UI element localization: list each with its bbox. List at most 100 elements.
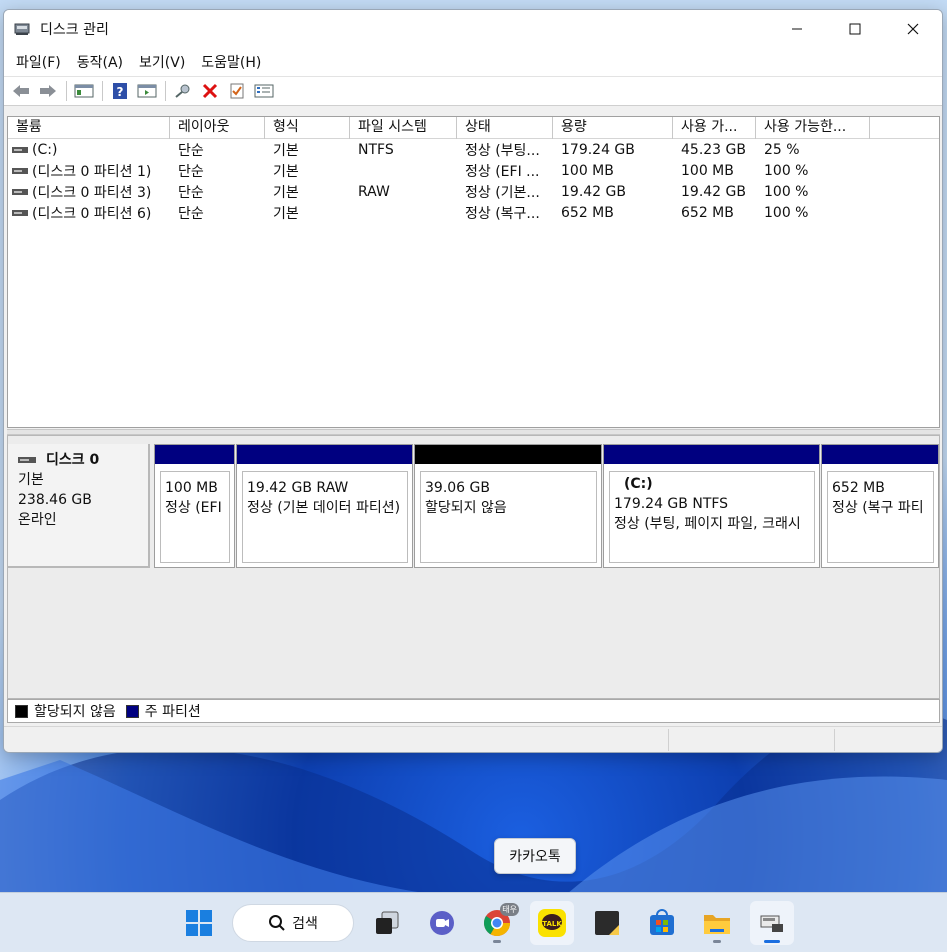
partition-size: 652 MB bbox=[832, 480, 885, 496]
kakaotalk-label: TALK bbox=[542, 920, 562, 928]
layout-cell: 단순 bbox=[178, 184, 204, 201]
console-tree-button[interactable] bbox=[71, 79, 97, 103]
forward-arrow-icon bbox=[40, 85, 56, 97]
percent-free-cell: 100 % bbox=[764, 183, 809, 200]
volume-list[interactable]: 볼륨 레이아웃 형식 파일 시스템 상태 용량 사용 가... 사용 가능한..… bbox=[7, 116, 940, 428]
file-explorer-button[interactable] bbox=[695, 901, 739, 945]
column-header-layout[interactable]: 레이아웃 bbox=[170, 117, 265, 139]
task-view-button[interactable] bbox=[365, 901, 409, 945]
partition-size: 39.06 GB bbox=[425, 480, 490, 496]
list-view-icon bbox=[254, 84, 274, 98]
minimize-button[interactable] bbox=[768, 10, 826, 48]
column-header-status[interactable]: 상태 bbox=[457, 117, 553, 139]
back-button[interactable] bbox=[8, 79, 34, 103]
taskbar-search[interactable]: 검색 bbox=[232, 904, 354, 942]
task-view-icon bbox=[376, 911, 399, 934]
properties-icon bbox=[230, 83, 244, 99]
column-header-type[interactable]: 형식 bbox=[265, 117, 350, 139]
windows-start-icon bbox=[186, 910, 212, 936]
disk-management-taskbar-button[interactable] bbox=[750, 901, 794, 945]
layout-cell: 단순 bbox=[178, 142, 204, 159]
properties-button[interactable] bbox=[224, 79, 250, 103]
type-cell: 기본 bbox=[273, 184, 299, 201]
legend-label-unallocated: 할당되지 않음 bbox=[34, 704, 116, 720]
svg-text:?: ? bbox=[117, 85, 124, 99]
action-pane-icon bbox=[137, 84, 157, 98]
menu-file[interactable]: 파일(F) bbox=[8, 52, 69, 72]
column-header-capacity[interactable]: 용량 bbox=[553, 117, 673, 139]
teams-chat-button[interactable] bbox=[420, 901, 464, 945]
partition-block[interactable]: 19.42 GB RAW 정상 (기본 데이터 파티션) bbox=[236, 444, 413, 568]
type-cell: 기본 bbox=[273, 205, 299, 222]
action-pane-button[interactable] bbox=[134, 79, 160, 103]
kakaotalk-button[interactable]: TALK bbox=[530, 901, 574, 945]
free-space-cell: 100 MB bbox=[681, 162, 734, 179]
partition-strip: 100 MB 정상 (EFI 19.42 GB RAW 정상 (기본 데이터 파… bbox=[154, 444, 939, 568]
partition-block[interactable]: 39.06 GB 할당되지 않음 bbox=[414, 444, 602, 568]
disk-type: 기본 bbox=[18, 472, 44, 488]
chrome-profile-badge: 태우 bbox=[500, 903, 519, 916]
chrome-button[interactable]: 태우 bbox=[475, 901, 519, 945]
volume-row[interactable]: (디스크 0 파티션 1) 단순 기본 정상 (EFI ... 100 MB 1… bbox=[8, 160, 939, 181]
sticky-notes-button[interactable] bbox=[585, 901, 629, 945]
volume-row[interactable]: (디스크 0 파티션 3) 단순 기본 RAW 정상 (기본... 19.42 … bbox=[8, 181, 939, 202]
type-cell: 기본 bbox=[273, 163, 299, 180]
status-cell: 정상 (EFI ... bbox=[465, 163, 540, 180]
column-header-file-system[interactable]: 파일 시스템 bbox=[350, 117, 457, 139]
drive-icon bbox=[12, 146, 28, 153]
partition-block[interactable]: (C:) 179.24 GB NTFS 정상 (부팅, 페이지 파일, 크래시 bbox=[603, 444, 820, 568]
column-header-free-space[interactable]: 사용 가... bbox=[673, 117, 756, 139]
disk-info-label[interactable]: 디스크 0 기본 238.46 GB 온라인 bbox=[8, 444, 150, 568]
menu-view[interactable]: 보기(V) bbox=[131, 52, 193, 72]
connect-button[interactable] bbox=[170, 79, 196, 103]
microsoft-store-button[interactable] bbox=[640, 901, 684, 945]
partition-color-bar bbox=[237, 445, 412, 464]
partition-block[interactable]: 100 MB 정상 (EFI bbox=[154, 444, 235, 568]
menu-bar: 파일(F) 동작(A) 보기(V) 도움말(H) bbox=[4, 48, 942, 76]
list-view-button[interactable] bbox=[251, 79, 277, 103]
column-header-volume[interactable]: 볼륨 bbox=[8, 117, 170, 139]
close-button[interactable] bbox=[884, 10, 942, 48]
partition-color-bar bbox=[604, 445, 819, 464]
partition-size: 179.24 GB NTFS bbox=[614, 496, 729, 512]
volume-cell: (디스크 0 파티션 6) bbox=[8, 203, 170, 223]
disk-management-window: 디스크 관리 파일(F) 동작(A) 보기(V) 도움말(H) ? 볼륨 레이아… bbox=[3, 9, 943, 753]
teams-chat-icon bbox=[430, 911, 454, 935]
volume-cell: (디스크 0 파티션 3) bbox=[8, 182, 170, 202]
partition-color-bar bbox=[822, 445, 938, 464]
delete-button[interactable] bbox=[197, 79, 223, 103]
volume-row[interactable]: (디스크 0 파티션 6) 단순 기본 정상 (복구... 652 MB 652… bbox=[8, 202, 939, 223]
forward-button[interactable] bbox=[35, 79, 61, 103]
back-arrow-icon bbox=[13, 85, 29, 97]
partition-size: 100 MB bbox=[165, 480, 218, 496]
minimize-icon bbox=[792, 28, 802, 30]
free-space-cell: 652 MB bbox=[681, 204, 734, 221]
disk-status: 온라인 bbox=[18, 512, 57, 528]
legend: 할당되지 않음 주 파티션 bbox=[7, 699, 940, 723]
connect-icon bbox=[175, 84, 190, 98]
search-label: 검색 bbox=[292, 916, 318, 932]
title-bar[interactable]: 디스크 관리 bbox=[4, 10, 942, 48]
partition-status: 정상 (부팅, 페이지 파일, 크래시 bbox=[614, 516, 801, 532]
help-button[interactable]: ? bbox=[107, 79, 133, 103]
status-bar bbox=[4, 726, 942, 752]
menu-help[interactable]: 도움말(H) bbox=[193, 52, 269, 72]
maximize-button[interactable] bbox=[826, 10, 884, 48]
disk-name: 디스크 0 bbox=[46, 452, 100, 468]
drive-icon bbox=[12, 167, 28, 174]
partition-status: 정상 (EFI bbox=[165, 500, 222, 516]
toolbar-separator bbox=[102, 81, 103, 101]
disk-management-icon bbox=[760, 915, 783, 932]
status-cell: 정상 (기본... bbox=[465, 184, 540, 201]
taskbar-tooltip: 카카오톡 bbox=[494, 838, 576, 874]
file-system-cell: RAW bbox=[358, 183, 390, 200]
menu-action[interactable]: 동작(A) bbox=[69, 52, 131, 72]
start-button[interactable] bbox=[177, 901, 221, 945]
partition-block[interactable]: 652 MB 정상 (복구 파티 bbox=[821, 444, 939, 568]
layout-cell: 단순 bbox=[178, 163, 204, 180]
partition-title: (C:) bbox=[624, 476, 653, 492]
volume-row[interactable]: (C:) 단순 기본 NTFS 정상 (부팅... 179.24 GB 45.2… bbox=[8, 139, 939, 160]
running-indicator bbox=[713, 940, 721, 943]
legend-swatch-unallocated bbox=[15, 704, 28, 718]
column-header-percent-free[interactable]: 사용 가능한... bbox=[756, 117, 870, 139]
